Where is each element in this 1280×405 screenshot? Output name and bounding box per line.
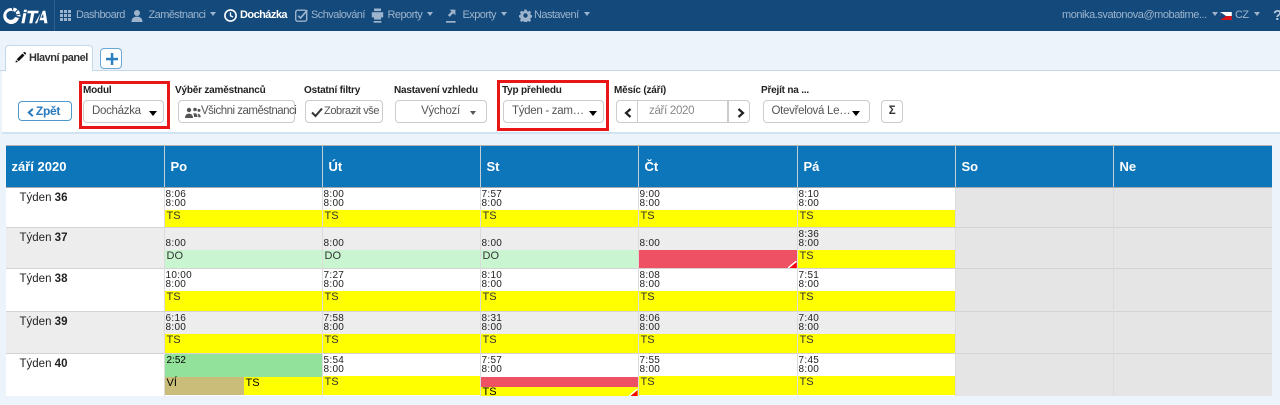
- svg-text:iTA: iTA: [22, 7, 49, 26]
